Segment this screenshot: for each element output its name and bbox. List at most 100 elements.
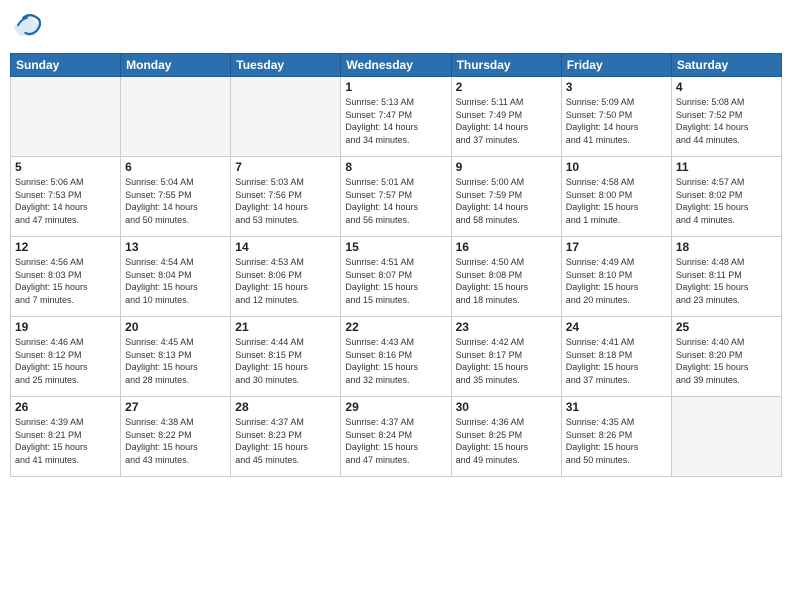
calendar-cell: 9 Sunrise: 5:00 AM Sunset: 7:59 PM Daylig… [451, 157, 561, 237]
calendar-cell: 19 Sunrise: 4:46 AM Sunset: 8:12 PM Dayli… [11, 317, 121, 397]
day-info: Sunrise: 5:01 AM Sunset: 7:57 PM Dayligh… [345, 176, 446, 226]
calendar-cell [11, 77, 121, 157]
day-info: Sunrise: 4:40 AM Sunset: 8:20 PM Dayligh… [676, 336, 777, 386]
calendar-cell: 1 Sunrise: 5:13 AM Sunset: 7:47 PM Daylig… [341, 77, 451, 157]
day-info: Sunrise: 4:43 AM Sunset: 8:16 PM Dayligh… [345, 336, 446, 386]
calendar-cell: 29 Sunrise: 4:37 AM Sunset: 8:24 PM Dayli… [341, 397, 451, 477]
logo [10, 10, 42, 45]
day-number: 11 [676, 160, 777, 174]
day-info: Sunrise: 4:37 AM Sunset: 8:24 PM Dayligh… [345, 416, 446, 466]
day-info: Sunrise: 4:41 AM Sunset: 8:18 PM Dayligh… [566, 336, 667, 386]
calendar-cell: 4 Sunrise: 5:08 AM Sunset: 7:52 PM Daylig… [671, 77, 781, 157]
day-info: Sunrise: 4:35 AM Sunset: 8:26 PM Dayligh… [566, 416, 667, 466]
day-info: Sunrise: 4:36 AM Sunset: 8:25 PM Dayligh… [456, 416, 557, 466]
calendar-cell: 25Sunrise: 4:40 AM Sunset: 8:20 PM Dayli… [671, 317, 781, 397]
calendar-cell [671, 397, 781, 477]
day-number: 18 [676, 240, 777, 254]
day-info: Sunrise: 5:09 AM Sunset: 7:50 PM Dayligh… [566, 96, 667, 146]
day-number: 8 [345, 160, 446, 174]
weekday-header-row: SundayMondayTuesdayWednesdayThursdayFrid… [11, 54, 782, 77]
calendar-cell: 23 Sunrise: 4:42 AM Sunset: 8:17 PM Dayli… [451, 317, 561, 397]
calendar-cell: 2Sunrise: 5:11 AM Sunset: 7:49 PM Daylig… [451, 77, 561, 157]
day-info: Sunrise: 5:04 AM Sunset: 7:55 PM Dayligh… [125, 176, 226, 226]
day-info: Sunrise: 5:13 AM Sunset: 7:47 PM Dayligh… [345, 96, 446, 146]
calendar-cell: 22 Sunrise: 4:43 AM Sunset: 8:16 PM Dayli… [341, 317, 451, 397]
day-number: 27 [125, 400, 226, 414]
day-number: 15 [345, 240, 446, 254]
day-number: 28 [235, 400, 336, 414]
day-number: 31 [566, 400, 667, 414]
calendar-cell: 6 Sunrise: 5:04 AM Sunset: 7:55 PM Daylig… [121, 157, 231, 237]
calendar-cell: 3 Sunrise: 5:09 AM Sunset: 7:50 PM Daylig… [561, 77, 671, 157]
day-number: 21 [235, 320, 336, 334]
day-number: 19 [15, 320, 116, 334]
day-info: Sunrise: 5:03 AM Sunset: 7:56 PM Dayligh… [235, 176, 336, 226]
calendar-cell: 30 Sunrise: 4:36 AM Sunset: 8:25 PM Dayli… [451, 397, 561, 477]
weekday-header-thursday: Thursday [451, 54, 561, 77]
week-row-1: 5 Sunrise: 5:06 AM Sunset: 7:53 PM Daylig… [11, 157, 782, 237]
day-info: Sunrise: 4:42 AM Sunset: 8:17 PM Dayligh… [456, 336, 557, 386]
day-info: Sunrise: 4:38 AM Sunset: 8:22 PM Dayligh… [125, 416, 226, 466]
day-info: Sunrise: 4:56 AM Sunset: 8:03 PM Dayligh… [15, 256, 116, 306]
day-info: Sunrise: 4:50 AM Sunset: 8:08 PM Dayligh… [456, 256, 557, 306]
day-number: 29 [345, 400, 446, 414]
calendar-cell: 13Sunrise: 4:54 AM Sunset: 8:04 PM Dayli… [121, 237, 231, 317]
week-row-0: 1 Sunrise: 5:13 AM Sunset: 7:47 PM Daylig… [11, 77, 782, 157]
day-info: Sunrise: 4:46 AM Sunset: 8:12 PM Dayligh… [15, 336, 116, 386]
calendar-cell: 14Sunrise: 4:53 AM Sunset: 8:06 PM Dayli… [231, 237, 341, 317]
day-info: Sunrise: 4:51 AM Sunset: 8:07 PM Dayligh… [345, 256, 446, 306]
day-info: Sunrise: 4:37 AM Sunset: 8:23 PM Dayligh… [235, 416, 336, 466]
calendar-cell: 11 Sunrise: 4:57 AM Sunset: 8:02 PM Dayli… [671, 157, 781, 237]
calendar-cell [231, 77, 341, 157]
day-number: 26 [15, 400, 116, 414]
calendar-cell: 12Sunrise: 4:56 AM Sunset: 8:03 PM Dayli… [11, 237, 121, 317]
day-number: 13 [125, 240, 226, 254]
week-row-3: 19 Sunrise: 4:46 AM Sunset: 8:12 PM Dayli… [11, 317, 782, 397]
day-number: 4 [676, 80, 777, 94]
calendar-cell: 21 Sunrise: 4:44 AM Sunset: 8:15 PM Dayli… [231, 317, 341, 397]
day-info: Sunrise: 4:45 AM Sunset: 8:13 PM Dayligh… [125, 336, 226, 386]
calendar-cell: 28 Sunrise: 4:37 AM Sunset: 8:23 PM Dayli… [231, 397, 341, 477]
weekday-header-tuesday: Tuesday [231, 54, 341, 77]
header [10, 10, 782, 45]
weekday-header-wednesday: Wednesday [341, 54, 451, 77]
day-info: Sunrise: 4:57 AM Sunset: 8:02 PM Dayligh… [676, 176, 777, 226]
day-info: Sunrise: 5:08 AM Sunset: 7:52 PM Dayligh… [676, 96, 777, 146]
calendar-cell: 31 Sunrise: 4:35 AM Sunset: 8:26 PM Dayli… [561, 397, 671, 477]
day-info: Sunrise: 4:39 AM Sunset: 8:21 PM Dayligh… [15, 416, 116, 466]
day-number: 1 [345, 80, 446, 94]
calendar-cell: 16 Sunrise: 4:50 AM Sunset: 8:08 PM Dayli… [451, 237, 561, 317]
calendar-cell: 18 Sunrise: 4:48 AM Sunset: 8:11 PM Dayli… [671, 237, 781, 317]
day-info: Sunrise: 5:06 AM Sunset: 7:53 PM Dayligh… [15, 176, 116, 226]
calendar-cell: 7 Sunrise: 5:03 AM Sunset: 7:56 PM Daylig… [231, 157, 341, 237]
weekday-header-sunday: Sunday [11, 54, 121, 77]
day-number: 24 [566, 320, 667, 334]
day-number: 3 [566, 80, 667, 94]
day-info: Sunrise: 4:48 AM Sunset: 8:11 PM Dayligh… [676, 256, 777, 306]
calendar-cell: 26 Sunrise: 4:39 AM Sunset: 8:21 PM Dayli… [11, 397, 121, 477]
day-info: Sunrise: 4:44 AM Sunset: 8:15 PM Dayligh… [235, 336, 336, 386]
weekday-header-saturday: Saturday [671, 54, 781, 77]
day-number: 20 [125, 320, 226, 334]
day-number: 22 [345, 320, 446, 334]
day-number: 14 [235, 240, 336, 254]
day-number: 5 [15, 160, 116, 174]
calendar-cell [121, 77, 231, 157]
day-info: Sunrise: 5:00 AM Sunset: 7:59 PM Dayligh… [456, 176, 557, 226]
calendar-cell: 8 Sunrise: 5:01 AM Sunset: 7:57 PM Daylig… [341, 157, 451, 237]
logo-icon [12, 10, 42, 40]
weekday-header-monday: Monday [121, 54, 231, 77]
calendar-cell: 10Sunrise: 4:58 AM Sunset: 8:00 PM Dayli… [561, 157, 671, 237]
day-number: 9 [456, 160, 557, 174]
day-number: 30 [456, 400, 557, 414]
day-number: 16 [456, 240, 557, 254]
calendar-cell: 27 Sunrise: 4:38 AM Sunset: 8:22 PM Dayli… [121, 397, 231, 477]
weekday-header-friday: Friday [561, 54, 671, 77]
calendar-cell: 24 Sunrise: 4:41 AM Sunset: 8:18 PM Dayli… [561, 317, 671, 397]
day-info: Sunrise: 4:58 AM Sunset: 8:00 PM Dayligh… [566, 176, 667, 226]
day-number: 7 [235, 160, 336, 174]
week-row-2: 12Sunrise: 4:56 AM Sunset: 8:03 PM Dayli… [11, 237, 782, 317]
day-number: 2 [456, 80, 557, 94]
day-number: 6 [125, 160, 226, 174]
day-number: 23 [456, 320, 557, 334]
